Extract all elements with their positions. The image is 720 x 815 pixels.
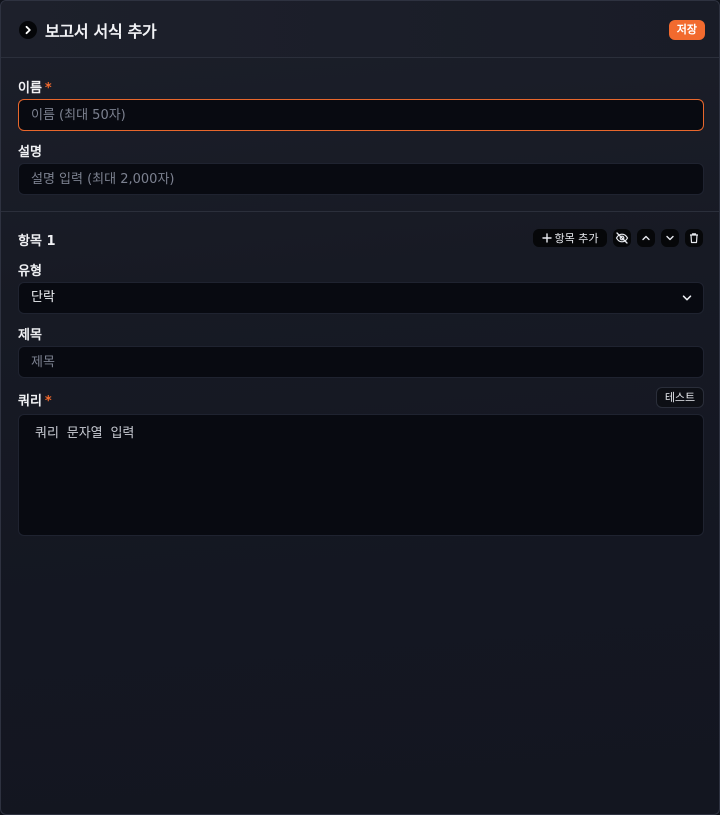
name-label-text: 이름 [18, 81, 42, 96]
heading-label: 제목 [18, 328, 42, 343]
chevron-up-icon [642, 235, 650, 241]
chevron-down-icon [666, 235, 674, 241]
trash-icon [690, 233, 698, 244]
eye-off-icon [615, 232, 629, 244]
page-title: 보고서 서식 추가 [45, 22, 157, 41]
hide-item-button[interactable] [613, 229, 631, 247]
type-select[interactable]: 단락 [18, 282, 704, 314]
report-template-panel: 보고서 서식 추가 저장 이름* 설명 항목 1 항목 추가 [0, 0, 720, 815]
name-input[interactable] [18, 99, 704, 131]
chevron-down-icon [682, 295, 692, 301]
chevron-right-icon [25, 25, 31, 35]
panel-header: 보고서 서식 추가 저장 [1, 1, 719, 58]
test-query-button[interactable]: 테스트 [656, 387, 704, 408]
delete-item-button[interactable] [685, 229, 703, 247]
add-item-label: 항목 추가 [554, 232, 599, 245]
name-label: 이름 * [18, 77, 52, 96]
description-label: 설명 [18, 145, 42, 160]
required-mark: * [44, 81, 52, 96]
description-input[interactable] [18, 163, 704, 195]
type-label: 유형 [18, 264, 42, 279]
section-divider [1, 211, 719, 212]
query-label: 쿼리 * [18, 390, 52, 409]
move-up-button[interactable] [637, 229, 655, 247]
save-button[interactable]: 저장 [668, 20, 705, 40]
type-selected-value: 단락 [31, 290, 55, 305]
heading-input[interactable] [18, 346, 704, 378]
collapse-button[interactable] [19, 21, 37, 39]
required-mark: * [44, 394, 52, 409]
query-textarea[interactable] [18, 414, 704, 536]
move-down-button[interactable] [661, 229, 679, 247]
add-item-button[interactable]: 항목 추가 [533, 229, 607, 247]
query-label-text: 쿼리 [18, 394, 42, 409]
plus-icon [541, 233, 552, 243]
item-title: 항목 1 [18, 234, 56, 249]
